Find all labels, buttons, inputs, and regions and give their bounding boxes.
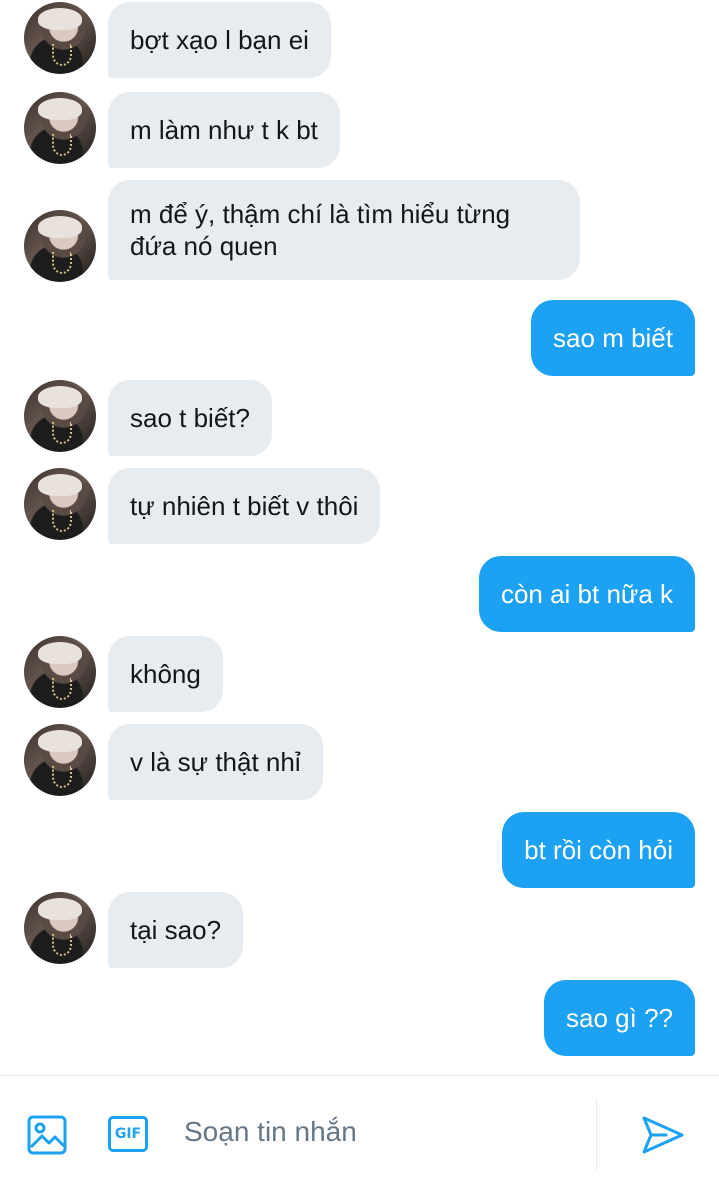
message-row-incoming: bợt xạo l bạn ei — [0, 2, 719, 78]
send-icon[interactable] — [640, 1114, 686, 1156]
contact-avatar[interactable] — [24, 2, 96, 74]
image-icon[interactable] — [26, 1114, 68, 1156]
message-row-incoming: m để ý, thậm chí là tìm hiểu từng đứa nó… — [0, 180, 719, 284]
outgoing-message-bubble[interactable]: bt rồi còn hỏi — [502, 812, 695, 888]
message-composer: GIF — [0, 1075, 719, 1181]
message-text: m làm như t k bt — [130, 115, 318, 145]
outgoing-message-bubble[interactable]: còn ai bt nữa k — [478, 556, 695, 632]
message-row-outgoing: bt rồi còn hỏi — [0, 812, 719, 888]
contact-avatar[interactable] — [24, 468, 96, 540]
message-text: v là sự thật nhỉ — [130, 747, 301, 777]
contact-avatar[interactable] — [24, 92, 96, 164]
message-text: bt rồi còn hỏi — [524, 835, 673, 865]
incoming-message-bubble[interactable]: m làm như t k bt — [108, 92, 340, 168]
gif-icon[interactable]: GIF — [108, 1116, 148, 1152]
message-row-incoming: tự nhiên t biết v thôi — [0, 468, 719, 544]
gif-label: GIF — [114, 1126, 142, 1142]
composer-divider — [596, 1098, 597, 1170]
message-row-incoming: m làm như t k bt — [0, 92, 719, 168]
contact-avatar[interactable] — [24, 380, 96, 452]
incoming-message-bubble[interactable]: bợt xạo l bạn ei — [108, 2, 331, 78]
message-text: tại sao? — [130, 915, 222, 945]
outgoing-message-bubble[interactable]: sao m biết — [531, 300, 695, 376]
message-row-incoming: sao t biết? — [0, 380, 719, 456]
message-row-outgoing: sao m biết — [0, 300, 719, 376]
message-text: còn ai bt nữa k — [500, 579, 673, 609]
message-input[interactable] — [176, 1104, 592, 1160]
incoming-message-bubble[interactable]: m để ý, thậm chí là tìm hiểu từng đứa nó… — [108, 180, 580, 280]
incoming-message-bubble[interactable]: v là sự thật nhỉ — [108, 724, 323, 800]
message-text: sao m biết — [553, 323, 673, 353]
incoming-message-bubble[interactable]: sao t biết? — [108, 380, 272, 456]
message-text: m để ý, thậm chí là tìm hiểu từng đứa nó… — [130, 199, 511, 261]
incoming-message-bubble[interactable]: tại sao? — [108, 892, 244, 968]
message-text: bợt xạo l bạn ei — [130, 25, 309, 55]
incoming-message-bubble[interactable]: tự nhiên t biết v thôi — [108, 468, 381, 544]
message-text: sao gì ?? — [566, 1003, 673, 1033]
message-text: không — [130, 659, 201, 689]
contact-avatar[interactable] — [24, 210, 96, 282]
contact-avatar[interactable] — [24, 636, 96, 708]
outgoing-message-bubble[interactable]: sao gì ?? — [544, 980, 695, 1056]
message-thread: bợt xạo l bạn ei m làm như t k bt m để ý… — [0, 0, 719, 1075]
message-text: sao t biết? — [130, 403, 250, 433]
message-row-incoming: không — [0, 636, 719, 712]
message-text: tự nhiên t biết v thôi — [130, 491, 359, 521]
message-row-outgoing: còn ai bt nữa k — [0, 556, 719, 632]
message-row-incoming: tại sao? — [0, 892, 719, 968]
message-row-incoming: v là sự thật nhỉ — [0, 724, 719, 800]
contact-avatar[interactable] — [24, 892, 96, 964]
message-row-outgoing: sao gì ?? — [0, 980, 719, 1056]
contact-avatar[interactable] — [24, 724, 96, 796]
incoming-message-bubble[interactable]: không — [108, 636, 223, 712]
